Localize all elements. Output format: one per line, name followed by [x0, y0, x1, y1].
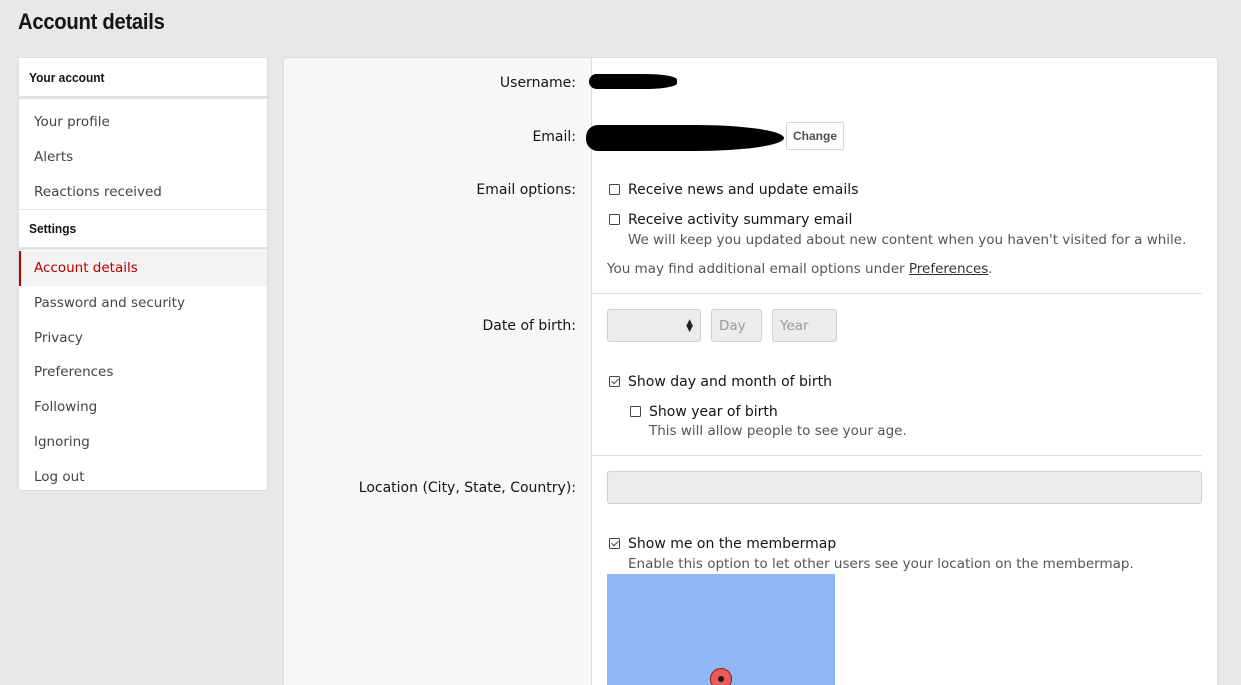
select-arrows-icon: ▲ ▼ [686, 318, 693, 334]
preferences-hint: You may find additional email options un… [607, 261, 993, 277]
map-pin-icon [710, 668, 732, 685]
sidebar-item-ignoring[interactable]: Ignoring [19, 425, 267, 460]
news-emails-checkbox[interactable] [609, 184, 620, 195]
activity-summary-hint: We will keep you updated about new conte… [628, 232, 1187, 248]
activity-summary-label: Receive activity summary email [628, 212, 853, 228]
sidebar-section-your-account: Your account [19, 58, 267, 99]
dob-year-input[interactable]: Year [772, 309, 837, 342]
location-input[interactable] [607, 471, 1202, 504]
news-emails-label: Receive news and update emails [628, 182, 859, 198]
change-email-button[interactable]: Change [786, 122, 844, 150]
email-redaction [586, 125, 784, 151]
sidebar-item-account-details[interactable]: Account details [19, 251, 267, 286]
dob-month-select[interactable]: ▲ ▼ [607, 309, 701, 342]
preferences-hint-text: You may find additional email options un… [607, 261, 909, 277]
show-day-month-label: Show day and month of birth [628, 374, 832, 390]
show-year-checkbox[interactable] [630, 406, 641, 417]
sidebar-item-following[interactable]: Following [19, 390, 267, 425]
divider [592, 293, 1202, 294]
membermap-checkbox[interactable] [609, 538, 620, 549]
preferences-hint-end: . [988, 261, 993, 277]
sidebar-item-log-out[interactable]: Log out [19, 459, 267, 494]
sidebar-section-label: Your account [29, 69, 105, 85]
sidebar-item-alerts[interactable]: Alerts [19, 140, 267, 175]
dob-day-input[interactable]: Day [711, 309, 762, 342]
sidebar-item-reactions-received[interactable]: Reactions received [19, 174, 267, 209]
membermap-hint: Enable this option to let other users se… [628, 556, 1134, 572]
sidebar-section-label: Settings [29, 221, 77, 237]
account-sidebar: Your account Your profile Alerts Reactio… [18, 57, 268, 491]
email-label: Email: [532, 129, 576, 145]
membermap-label: Show me on the membermap [628, 536, 837, 552]
sidebar-item-password-and-security[interactable]: Password and security [19, 286, 267, 321]
show-day-month-checkbox[interactable] [609, 376, 620, 387]
sidebar-item-privacy[interactable]: Privacy [19, 320, 267, 355]
form-labels-column [284, 58, 592, 685]
divider [592, 455, 1202, 456]
sidebar-item-your-profile[interactable]: Your profile [19, 105, 267, 140]
page-title: Account details [18, 9, 165, 34]
location-label: Location (City, State, Country): [358, 480, 576, 496]
membermap-preview[interactable] [607, 574, 835, 685]
email-options-label: Email options: [476, 182, 576, 198]
date-of-birth-label: Date of birth: [482, 318, 576, 334]
sidebar-item-preferences[interactable]: Preferences [19, 355, 267, 390]
sidebar-section-settings: Settings [19, 209, 267, 251]
show-year-hint: This will allow people to see your age. [649, 423, 907, 439]
show-year-label: Show year of birth [649, 404, 778, 420]
username-label: Username: [499, 75, 576, 91]
username-redaction [589, 74, 677, 89]
activity-summary-checkbox[interactable] [609, 214, 620, 225]
preferences-link[interactable]: Preferences [909, 261, 988, 277]
